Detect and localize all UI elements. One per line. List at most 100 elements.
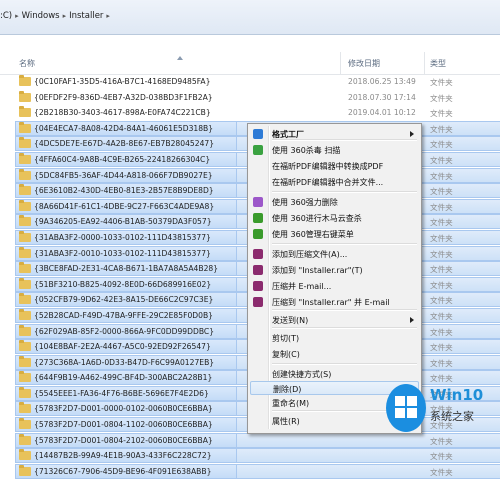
menu-item-label: 格式工厂 — [272, 130, 304, 139]
list-item[interactable]: {71326C67-7906-45D9-BE96-4F091E638ABB} 文件… — [0, 463, 500, 479]
winrar-icon — [253, 265, 263, 275]
file-type: 文件夹 — [430, 358, 453, 368]
chevron-right-icon[interactable]: ▸ — [63, 12, 67, 20]
file-name: {104E8BAF-2E2A-4467-A5C0-92ED92F26547} — [34, 342, 211, 352]
menu-item-label: 使用 360进行木马云查杀 — [272, 214, 362, 223]
file-type: 文件夹 — [430, 109, 453, 119]
file-name: {5545EEE1-FA36-4F76-B6BE-5696E7F4E2D6} — [34, 388, 209, 398]
winrar-icon — [253, 297, 263, 307]
breadcrumb-windows[interactable]: Windows — [22, 11, 60, 21]
format-factory-icon — [253, 129, 263, 139]
column-divider[interactable] — [424, 52, 425, 74]
folder-icon — [19, 121, 31, 133]
file-type: 文件夹 — [430, 155, 453, 165]
menu-item-label: 压缩并 E-mail... — [272, 282, 332, 291]
file-type: 文件夹 — [430, 311, 453, 321]
file-name: {6E3610B2-430D-4EB0-81E3-2B57E8B9DE8D} — [34, 186, 214, 196]
menu-item-label: 添加到 "Installer.rar"(T) — [272, 266, 363, 275]
file-name: {052CFB79-9D62-42E3-8A15-DE66C2C97C3E} — [34, 295, 214, 305]
folder-icon — [19, 199, 31, 211]
column-name[interactable]: 名称 — [19, 58, 35, 69]
folder-icon — [19, 371, 31, 383]
file-name: {4FFA60C4-9A8B-4C9E-B265-22418266304C} — [34, 154, 211, 164]
menu-separator — [272, 327, 417, 329]
file-name: {4DC5DE7E-E67D-4A2B-8E67-EB7B28045247} — [34, 139, 215, 149]
breadcrumb-drive[interactable]: :C) — [0, 11, 12, 21]
shield-icon — [253, 145, 263, 155]
menu-item[interactable]: 使用 360杀毒 扫描 — [248, 143, 421, 157]
menu-item[interactable]: 使用 360管理右键菜单 — [248, 227, 421, 241]
menu-item[interactable]: 在福昕PDF编辑器中转换成PDF — [248, 159, 421, 173]
watermark-subtitle: 系统之家 — [430, 410, 474, 423]
menu-item[interactable]: 压缩并 E-mail... — [248, 279, 421, 293]
menu-item[interactable]: 添加到 "Installer.rar"(T) — [248, 263, 421, 277]
file-date: 2018.07.30 17:14 — [348, 92, 416, 102]
folder-icon — [19, 324, 31, 336]
menu-item[interactable]: 剪切(T) — [248, 331, 421, 345]
folder-icon — [19, 402, 31, 414]
chevron-right-icon[interactable]: ▸ — [106, 12, 110, 20]
file-type: 文件夹 — [430, 233, 453, 243]
folder-icon — [19, 418, 31, 430]
menu-item-label: 剪切(T) — [272, 334, 300, 343]
menu-item-label: 使用 360管理右键菜单 — [272, 230, 354, 239]
menu-item[interactable]: 发送到(N) — [248, 313, 421, 327]
breadcrumb-installer[interactable]: Installer — [69, 11, 103, 21]
win10-watermark-logo: Win10 系统之家 — [384, 378, 496, 438]
360-trojan-icon — [253, 213, 263, 223]
folder-icon — [19, 137, 31, 149]
list-item[interactable]: {0EFDF2F9-836D-4EB7-A32D-038BD3F1FB2A} 20… — [0, 90, 500, 106]
folder-icon — [19, 386, 31, 398]
menu-item[interactable]: 使用 360强力删除 — [248, 195, 421, 209]
list-item[interactable]: {2B218B30-3403-4617-898A-E0FA74C221CB} 20… — [0, 105, 500, 121]
file-type: 文件夹 — [430, 140, 453, 150]
file-name: {5783F2D7-D001-0804-1102-0060B0CE6BBA} — [34, 420, 213, 430]
menu-separator — [272, 243, 417, 245]
file-name: {273C368A-1A6D-0D33-B47D-F6C99A0127EB} — [34, 357, 215, 367]
column-date[interactable]: 修改日期 — [348, 58, 380, 69]
folder-icon — [19, 293, 31, 305]
file-type: 文件夹 — [430, 265, 453, 275]
file-name: {9A346205-EA92-4406-B1AB-50379DA3F057} — [34, 217, 212, 227]
column-divider[interactable] — [340, 52, 341, 74]
menu-item-label: 重命名(M) — [272, 399, 310, 408]
folder-icon — [19, 464, 31, 476]
360-delete-icon — [253, 197, 263, 207]
menu-item[interactable]: 添加到压缩文件(A)... — [248, 247, 421, 261]
menu-item-label: 在福昕PDF编辑器中合并文件... — [272, 178, 384, 187]
file-name: {14487B2B-99A9-4E1B-90A3-433F6C228C72} — [34, 451, 212, 461]
file-name: {04E4ECA7-8A08-42D4-84A1-46061E5D318B} — [34, 123, 214, 133]
menu-item[interactable]: 复制(C) — [248, 347, 421, 361]
file-name: {2B218B30-3403-4617-898A-E0FA74C221CB} — [34, 108, 211, 118]
file-name: {31ABA3F2-0000-1033-0102-111D43815377} — [34, 232, 211, 242]
menu-item[interactable]: 使用 360进行木马云查杀 — [248, 211, 421, 225]
menu-item-label: 使用 360强力删除 — [272, 198, 338, 207]
menu-item-label: 创建快捷方式(S) — [272, 370, 332, 379]
file-type: 文件夹 — [430, 187, 453, 197]
file-type: 文件夹 — [430, 327, 453, 337]
file-type: 文件夹 — [430, 452, 453, 462]
menu-separator — [272, 191, 417, 193]
file-type: 文件夹 — [430, 249, 453, 259]
folder-icon — [19, 262, 31, 274]
list-item[interactable]: {0C10FAF1-35D5-416A-B7C1-4168ED9485FA} 20… — [0, 74, 500, 90]
list-item[interactable]: {14487B2B-99A9-4E1B-90A3-433F6C228C72} 文件… — [0, 448, 500, 464]
menu-item-label: 删除(D) — [273, 385, 302, 394]
folder-icon — [19, 277, 31, 289]
selection-highlight — [237, 448, 500, 464]
file-name: {52B28CAD-F49D-47BA-9FFE-29C2E85F0D0B} — [34, 310, 213, 320]
file-name: {5783F2D7-D001-0000-0102-0060B0CE6BBA} — [34, 404, 213, 414]
menu-item[interactable]: 压缩到 "Installer.rar" 并 E-mail — [248, 295, 421, 309]
file-name: {5783F2D7-D001-0804-2102-0060B0CE6BBA} — [34, 435, 213, 445]
sort-ascending-icon — [177, 56, 183, 60]
menu-item[interactable]: 格式工厂 — [248, 127, 421, 141]
address-bar[interactable]: :C) ▸ Windows ▸ Installer ▸ — [0, 0, 500, 35]
file-name: {31ABA3F2-0010-1033-0102-111D43815377} — [34, 248, 211, 258]
column-type[interactable]: 类型 — [430, 58, 446, 69]
chevron-right-icon[interactable]: ▸ — [15, 12, 19, 20]
file-name: {0EFDF2F9-836D-4EB7-A32D-038BD3F1FB2A} — [34, 92, 213, 102]
folder-icon — [19, 106, 31, 118]
menu-item[interactable]: 在福昕PDF编辑器中合并文件... — [248, 175, 421, 189]
file-name: {0C10FAF1-35D5-416A-B7C1-4168ED9485FA} — [34, 77, 211, 86]
folder-icon — [19, 90, 31, 102]
